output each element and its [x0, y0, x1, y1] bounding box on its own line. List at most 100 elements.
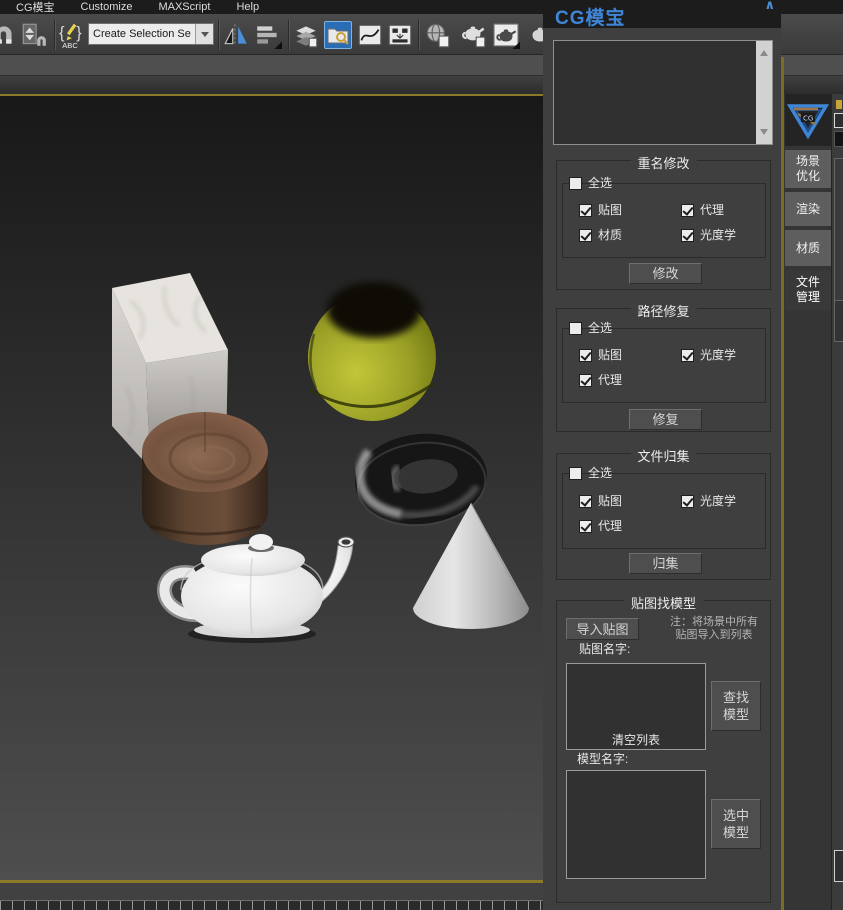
- timeline-strip: [0, 883, 543, 900]
- map-list[interactable]: 清空列表: [566, 663, 706, 750]
- command-panel-fragment: [834, 850, 843, 882]
- file-collect-proxy-checkbox[interactable]: [579, 520, 592, 533]
- rename-material-checkbox[interactable]: [579, 229, 592, 242]
- svg-text:}: }: [76, 24, 82, 42]
- rename-section-title: 重名修改: [630, 153, 696, 172]
- result-list[interactable]: [553, 40, 773, 145]
- path-repair-select-all-label: 全选: [588, 321, 612, 335]
- toolbar-separator: [288, 20, 290, 50]
- path-repair-proxy-checkbox[interactable]: [579, 374, 592, 387]
- panel-logo-text: CG模宝: [555, 3, 626, 30]
- scroll-down-icon[interactable]: [760, 129, 768, 139]
- panel-collapse-icon[interactable]: ∧: [764, 0, 775, 13]
- file-collect-map-checkbox[interactable]: [579, 495, 592, 508]
- selection-set-value: Create Selection Se: [89, 28, 195, 40]
- list-scrollbar[interactable]: [756, 41, 772, 144]
- path-repair-proxy-label: 代理: [598, 373, 622, 387]
- file-collect-photometric-checkbox[interactable]: [681, 495, 694, 508]
- menu-item-cgmobao[interactable]: CG模宝: [16, 0, 55, 15]
- command-panel-fragment: [834, 300, 843, 342]
- scroll-up-icon[interactable]: [760, 46, 768, 56]
- import-note: 注：将场景中所有 贴图导入到列表: [661, 616, 767, 642]
- rename-options-box: [562, 183, 766, 258]
- rename-map-label: 贴图: [598, 203, 622, 217]
- rename-material-label: 材质: [598, 228, 622, 242]
- file-collect-apply-button[interactable]: 归集: [629, 553, 702, 574]
- map-name-label: 贴图名字:: [579, 642, 630, 656]
- snap-toggle-icon[interactable]: [0, 21, 18, 49]
- command-panel-sliver: [831, 94, 843, 910]
- file-collect-options-box: [562, 473, 766, 549]
- tab-material[interactable]: 材质: [785, 230, 831, 266]
- align-icon[interactable]: [254, 21, 282, 49]
- toolbar-separator: [418, 20, 420, 50]
- find-model-button[interactable]: 查找 模型: [711, 681, 761, 731]
- command-panel-fragment: [834, 113, 843, 128]
- wood-cylinder: [142, 412, 268, 545]
- path-repair-photometric-label: 光度学: [700, 348, 736, 362]
- menu-item-maxscript[interactable]: MAXScript: [158, 1, 210, 13]
- rendered-frame-window-icon[interactable]: [460, 21, 488, 49]
- toolbar-separator: [54, 20, 56, 50]
- curve-editor-icon[interactable]: [356, 21, 384, 49]
- render-production-icon[interactable]: [492, 21, 520, 49]
- rename-map-checkbox[interactable]: [579, 204, 592, 217]
- edit-named-selection-sets-icon[interactable]: {}ABC: [58, 21, 86, 49]
- cg-mobao-panel: CG模宝 ∧ 重名修改 全选 贴图 代理 材质 光度学 修改: [543, 0, 781, 910]
- rename-apply-button[interactable]: 修改: [629, 263, 702, 284]
- toolbar-separator: [218, 20, 220, 50]
- command-panel-fragment: [836, 100, 842, 109]
- rename-section: 重名修改 全选 贴图 代理 材质 光度学 修改: [556, 160, 771, 290]
- panel-header: CG模宝 ∧: [543, 0, 781, 28]
- svg-text:{: {: [59, 24, 65, 42]
- file-collect-select-all-label: 全选: [588, 466, 612, 480]
- file-collect-section-title: 文件归集: [630, 446, 696, 465]
- tab-scene-optimize[interactable]: 场景 优化: [785, 150, 831, 188]
- menu-item-customize[interactable]: Customize: [81, 1, 133, 13]
- rename-select-all-checkbox[interactable]: [569, 177, 582, 190]
- path-repair-apply-button[interactable]: 修复: [629, 409, 702, 430]
- file-collect-photometric-label: 光度学: [700, 494, 736, 508]
- rename-proxy-checkbox[interactable]: [681, 204, 694, 217]
- map-find-section-title: 贴图找模型: [624, 593, 703, 612]
- manage-layers-icon[interactable]: [292, 21, 320, 49]
- schematic-view-icon[interactable]: [386, 21, 414, 49]
- selection-set-dropdown[interactable]: Create Selection Se: [88, 23, 214, 45]
- rename-photometric-checkbox[interactable]: [681, 229, 694, 242]
- path-repair-photometric-checkbox[interactable]: [681, 349, 694, 362]
- dropdown-arrow-icon[interactable]: [195, 24, 213, 44]
- path-repair-map-checkbox[interactable]: [579, 349, 592, 362]
- file-collect-select-all-checkbox[interactable]: [569, 467, 582, 480]
- rename-proxy-label: 代理: [700, 203, 724, 217]
- rename-select-all-label: 全选: [588, 176, 612, 190]
- command-panel-fragment: [834, 131, 843, 147]
- mirror-icon[interactable]: [222, 21, 250, 49]
- scene-explorer-icon[interactable]: [324, 21, 352, 49]
- model-list[interactable]: [566, 770, 706, 879]
- tab-render[interactable]: 渲染: [785, 192, 831, 226]
- select-model-button[interactable]: 选中 模型: [711, 799, 761, 849]
- path-repair-select-all-checkbox[interactable]: [569, 322, 582, 335]
- path-repair-options-box: [562, 328, 766, 403]
- rename-photometric-label: 光度学: [700, 228, 736, 242]
- file-collect-map-label: 贴图: [598, 494, 622, 508]
- viewport-scene: [0, 96, 543, 880]
- file-collect-proxy-label: 代理: [598, 519, 622, 533]
- svg-text:CG: CG: [803, 115, 813, 123]
- track-bar[interactable]: [0, 900, 543, 910]
- tab-file-manage[interactable]: 文件 管理: [785, 270, 831, 310]
- spinner-snap-icon[interactable]: [20, 21, 48, 49]
- menu-item-help[interactable]: Help: [236, 1, 259, 13]
- path-repair-section-title: 路径修复: [630, 301, 696, 320]
- file-collect-section: 文件归集 全选 贴图 光度学 代理 归集: [556, 453, 771, 580]
- max-window: CG模宝 Customize MAXScript Help {}ABC Crea…: [0, 0, 843, 910]
- path-repair-map-label: 贴图: [598, 348, 622, 362]
- import-maps-button[interactable]: 导入贴图: [566, 618, 639, 640]
- clear-list-button[interactable]: 清空列表: [612, 733, 660, 747]
- model-name-label: 模型名字:: [577, 752, 628, 766]
- perspective-viewport[interactable]: [0, 96, 543, 880]
- path-repair-section: 路径修复 全选 贴图 光度学 代理 修复: [556, 308, 771, 432]
- render-setup-icon[interactable]: [424, 21, 452, 49]
- svg-text:ABC: ABC: [62, 41, 78, 49]
- map-find-model-section: 贴图找模型 导入贴图 注：将场景中所有 贴图导入到列表 贴图名字: 清空列表 查…: [556, 600, 771, 903]
